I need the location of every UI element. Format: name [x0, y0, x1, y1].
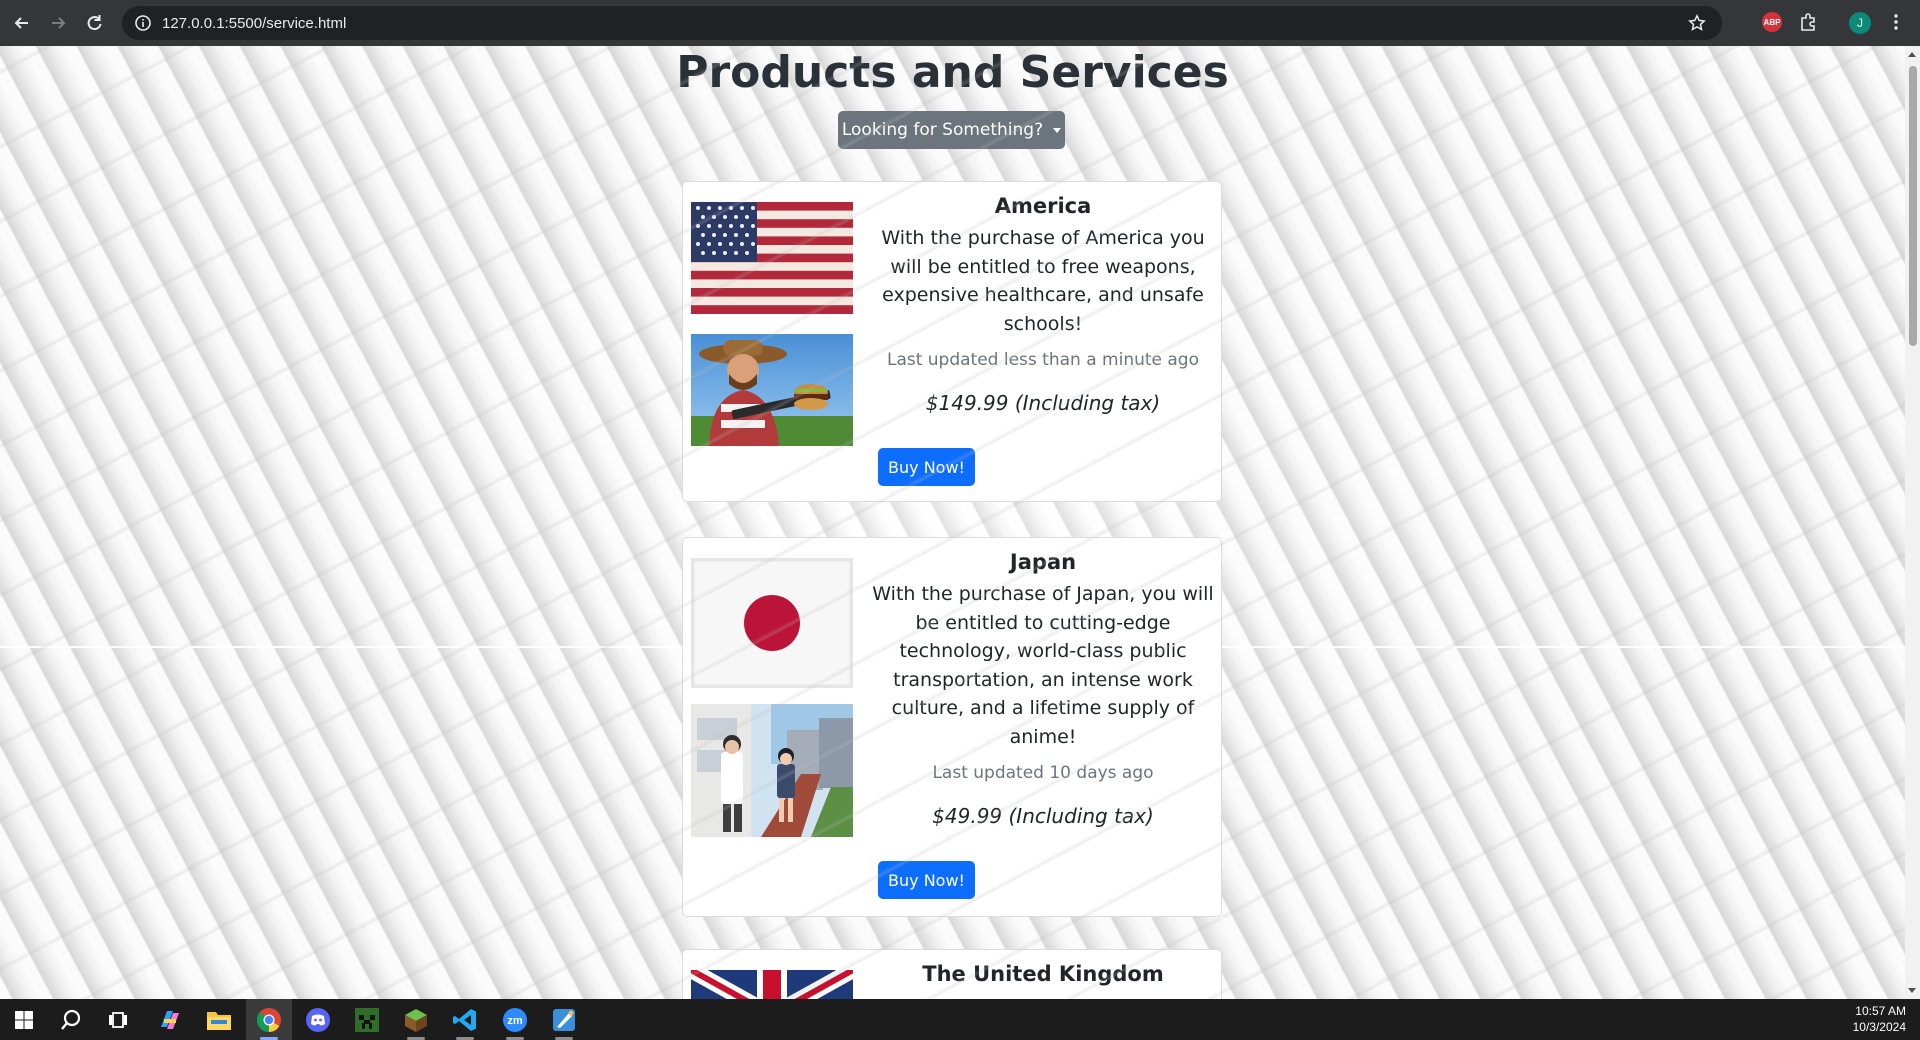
card-updated-text: Last updated less than a minute ago [886, 350, 1200, 370]
menu-icon[interactable] [1886, 12, 1906, 32]
profile-avatar[interactable]: J [1849, 12, 1871, 34]
forward-button[interactable] [40, 5, 76, 41]
page-viewport: Products and Services Looking for Someth… [0, 46, 1905, 999]
page-title: Products and Services [676, 47, 1229, 98]
extensions-icon[interactable] [1798, 12, 1818, 32]
bookmark-star-icon[interactable] [1688, 14, 1706, 32]
us-flag-image [691, 202, 853, 314]
product-card-america: America With the purchase of America you… [682, 181, 1222, 502]
back-icon [14, 17, 28, 29]
windows-start-icon[interactable] [9, 1005, 39, 1035]
reload-button[interactable] [76, 5, 112, 41]
scroll-down-arrow-icon[interactable] [1908, 988, 1916, 993]
clock-time: 10:57 AM [1855, 1004, 1906, 1018]
uk-flag-image [691, 970, 853, 999]
search-icon[interactable] [56, 1005, 86, 1035]
system-clock[interactable]: 10:57 AM 10/3/2024 [1853, 1003, 1906, 1035]
reload-icon [87, 15, 102, 31]
address-bar[interactable]: 127.0.0.1:5500/service.html [122, 6, 1722, 40]
anime-street-image [691, 704, 853, 837]
card-body: The United Kingdom [871, 960, 1215, 988]
scrollbar-thumb[interactable] [1909, 66, 1917, 346]
card-title: The United Kingdom [922, 962, 1164, 986]
buy-now-button[interactable]: Buy Now! [878, 861, 975, 899]
task-view-icon[interactable] [103, 1005, 133, 1035]
caret-down-icon [1053, 127, 1062, 133]
clock-date: 10/3/2024 [1852, 1020, 1906, 1034]
paint-icon[interactable] [549, 1005, 579, 1035]
card-updated-text: Last updated 10 days ago [932, 763, 1154, 783]
copilot-icon[interactable] [155, 1005, 185, 1035]
scroll-up-arrow-icon[interactable] [1908, 52, 1916, 57]
browser-toolbar: 127.0.0.1:5500/service.html ABP J [0, 0, 1920, 46]
chrome-icon[interactable] [254, 1005, 284, 1035]
buy-now-button[interactable]: Buy Now! [878, 448, 975, 486]
card-body: America With the purchase of America you… [871, 192, 1215, 417]
card-description: With the purchase of Japan, you will be … [872, 583, 1214, 748]
minecraft-icon[interactable] [352, 1005, 382, 1035]
product-card-uk: The United Kingdom [682, 949, 1222, 999]
back-button[interactable] [4, 5, 40, 41]
file-explorer-icon[interactable] [204, 1005, 234, 1035]
zoom-icon[interactable]: zm [500, 1005, 530, 1035]
site-info-icon[interactable] [134, 14, 152, 32]
discord-icon[interactable] [303, 1005, 333, 1035]
url-text[interactable]: 127.0.0.1:5500/service.html [162, 15, 346, 32]
card-price: $149.99 (Including tax) [925, 391, 1161, 415]
search-dropdown-button[interactable]: Looking for Something? [838, 111, 1065, 149]
japan-flag-image [691, 558, 853, 688]
product-card-japan: Japan With the purchase of Japan, you wi… [682, 537, 1222, 917]
card-title: Japan [1009, 550, 1077, 574]
card-price: $49.99 (Including tax) [932, 804, 1154, 828]
vscode-icon[interactable] [450, 1005, 480, 1035]
adblock-extension-icon[interactable]: ABP [1762, 12, 1782, 32]
card-description: With the purchase of America you will be… [881, 227, 1205, 335]
card-title: America [994, 194, 1092, 218]
cowboy-burger-image [691, 334, 853, 446]
dropdown-label: Looking for Something? [841, 120, 1044, 140]
minecraft-launcher-icon[interactable] [401, 1005, 431, 1035]
forward-icon [52, 17, 66, 29]
svg-text:zm: zm [507, 1015, 523, 1027]
windows-taskbar: zm 10:57 AM 10/3/2024 [0, 999, 1920, 1040]
card-body: Japan With the purchase of Japan, you wi… [871, 548, 1215, 830]
